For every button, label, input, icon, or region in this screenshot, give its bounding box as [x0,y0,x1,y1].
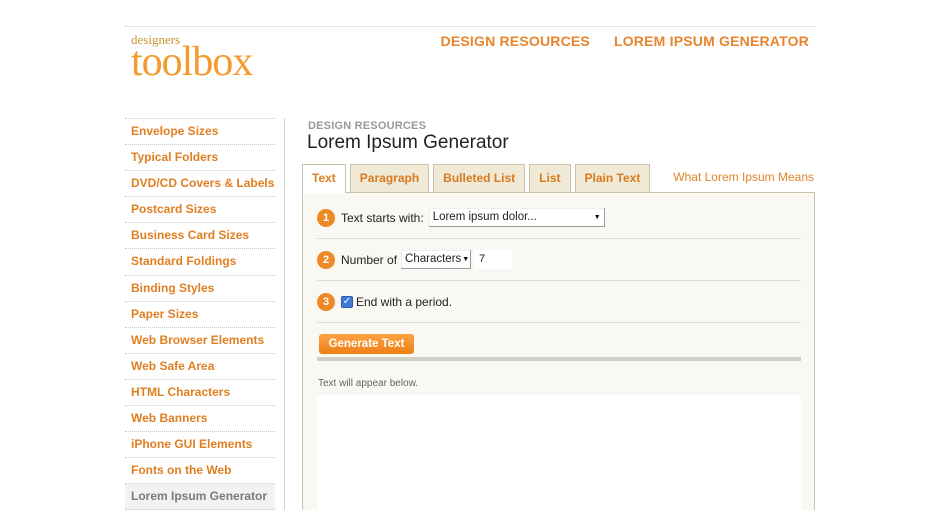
sidebar-item-web-safe-area[interactable]: Web Safe Area [125,354,275,380]
step-number-2: 2 [317,250,335,269]
dropdown-arrow-icon: ▼ [593,213,601,221]
tab-paragraph[interactable]: Paragraph [349,164,430,192]
unit-select[interactable]: Characters ▼ [401,250,472,269]
tab-bulleted-list[interactable]: Bulleted List [433,164,526,192]
output-hint: Text will appear below. [318,378,419,389]
dropdown-arrow-icon: ▼ [462,255,470,263]
logo-big-text: toolbox [131,39,253,85]
generate-divider [317,357,801,361]
generate-text-button[interactable]: Generate Text [319,334,414,354]
count-input[interactable]: 7 [474,250,513,269]
sidebar-item-fonts-on-the-web[interactable]: Fonts on the Web [125,458,275,485]
end-with-period-checkbox[interactable]: ✓ [341,295,353,308]
sidebar: Envelope Sizes Typical Folders DVD/CD Co… [125,118,275,510]
sidebar-item-dvd-cd-covers[interactable]: DVD/CD Covers & Labels [125,171,275,198]
nav-lorem-ipsum-generator[interactable]: LOREM IPSUM GENERATOR [614,33,809,49]
content-divider [284,118,285,510]
sidebar-item-html-characters[interactable]: HTML Characters [125,380,275,407]
sidebar-item-postcard-sizes[interactable]: Postcard Sizes [125,197,275,224]
tab-bar: Text Paragraph Bulleted List List Plain … [302,164,651,193]
tab-list[interactable]: List [529,164,571,192]
step-2-row: 2 Number of Characters ▼ 7 [317,239,801,281]
step-1-row: 1 Text starts with: Lorem ipsum dolor...… [317,197,801,239]
sidebar-item-web-browser-elements[interactable]: Web Browser Elements [125,328,275,354]
top-nav: DESIGN RESOURCES LOREM IPSUM GENERATOR [441,33,809,49]
sidebar-item-binding-styles[interactable]: Binding Styles [125,276,275,302]
step-number-1: 1 [317,208,335,227]
unit-value: Characters [405,253,462,265]
output-text-area[interactable] [317,395,801,510]
sidebar-item-business-card-sizes[interactable]: Business Card Sizes [125,223,275,250]
sidebar-item-web-banners[interactable]: Web Banners [125,406,275,433]
text-starts-label: Text starts with: [341,210,424,225]
sidebar-item-envelope-sizes[interactable]: Envelope Sizes [125,119,275,146]
text-starts-value: Lorem ipsum dolor... [432,211,537,223]
page-title: Lorem Ipsum Generator [307,132,509,153]
breadcrumb: DESIGN RESOURCES [308,120,427,132]
step-number-3: 3 [317,292,335,311]
sidebar-item-typical-folders[interactable]: Typical Folders [125,145,275,172]
tab-plain-text[interactable]: Plain Text [574,164,651,192]
generator-panel: 1 Text starts with: Lorem ipsum dolor...… [302,192,815,510]
tab-text[interactable]: Text [302,164,346,193]
site-logo[interactable]: designers toolbox [131,33,253,85]
sidebar-item-paper-sizes[interactable]: Paper Sizes [125,302,275,328]
sidebar-item-lorem-ipsum-generator[interactable]: Lorem Ipsum Generator [125,484,275,510]
what-lorem-ipsum-means-link[interactable]: What Lorem Ipsum Means [673,170,814,184]
header-rule [125,26,815,27]
sidebar-item-standard-foldings[interactable]: Standard Foldings [125,249,275,276]
step-3-row: 3 ✓ End with a period. [317,281,801,323]
nav-design-resources[interactable]: DESIGN RESOURCES [441,33,590,49]
sidebar-item-iphone-gui-elements[interactable]: iPhone GUI Elements [125,432,275,459]
end-with-period-label: End with a period. [356,294,453,309]
number-of-label: Number of [341,252,398,267]
text-starts-select[interactable]: Lorem ipsum dolor... ▼ [428,208,605,227]
